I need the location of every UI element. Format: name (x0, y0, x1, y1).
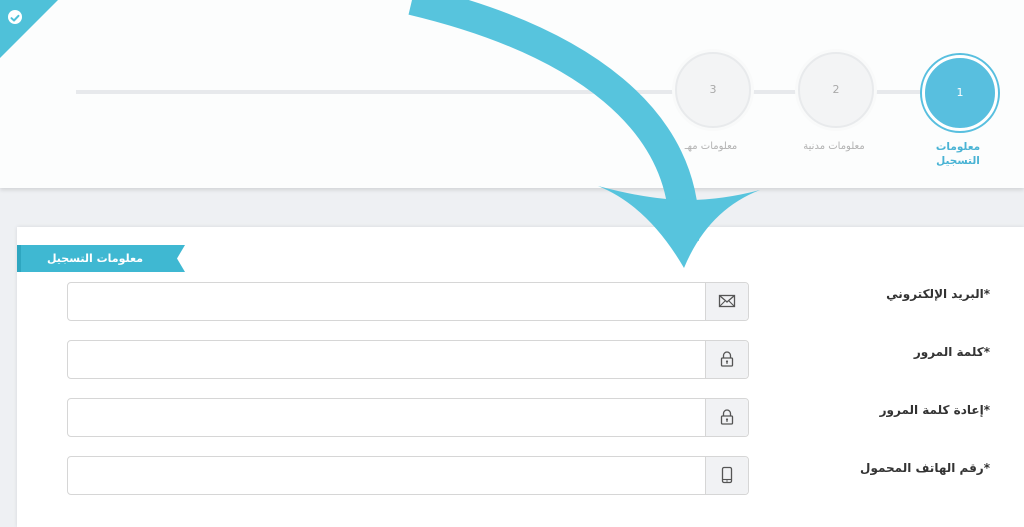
step-1-circle[interactable]: 1 (922, 55, 998, 131)
password-field-group (67, 340, 749, 379)
mobile-phone-icon (721, 466, 733, 484)
email-addon (705, 283, 748, 320)
email-field-group (67, 282, 749, 321)
wizard-header: 1 معلومات التسجيل 2 معلومات مدنية 3 معلو… (0, 0, 1024, 188)
confirm-password-field-group (67, 398, 749, 437)
mobile-label: رقم الهاتف المحمول* (860, 461, 990, 475)
completed-badge (0, 0, 58, 58)
envelope-icon (718, 294, 736, 308)
step-2-label: معلومات مدنية (803, 141, 865, 152)
mobile-field-group (67, 456, 749, 495)
section-title-ribbon: معلومات التسجيل (17, 245, 185, 272)
confirm-password-field[interactable] (68, 399, 706, 436)
confirm-password-addon (705, 399, 748, 436)
email-label: البريد الإلكتروني* (886, 287, 990, 301)
password-field[interactable] (68, 341, 706, 378)
step-2-circle[interactable]: 2 (798, 52, 874, 128)
email-field[interactable] (68, 283, 706, 320)
lock-icon (720, 409, 734, 425)
mobile-addon (705, 457, 748, 494)
confirm-password-label: إعادة كلمة المرور* (879, 403, 990, 417)
password-label: كلمة المرور* (913, 345, 990, 359)
step-3-circle[interactable]: 3 (675, 52, 751, 128)
check-circle-icon (8, 10, 22, 24)
password-addon (705, 341, 748, 378)
step-3-label: معلومات مهـ (684, 141, 738, 152)
section-title: معلومات التسجيل (46, 252, 144, 265)
lock-icon (720, 351, 734, 367)
mobile-field[interactable] (68, 457, 706, 494)
step-1-label: معلومات التسجيل (935, 141, 981, 167)
